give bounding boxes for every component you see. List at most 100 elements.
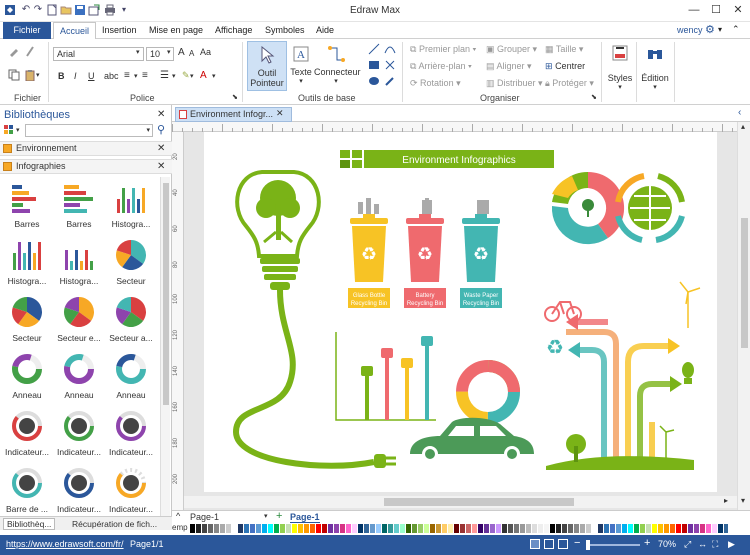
protect-button[interactable]: 🔒︎ Protéger ▾ [545,78,594,89]
paste-icon[interactable] [24,69,36,82]
color-swatch[interactable] [466,524,471,533]
zoom-out-icon[interactable]: − [574,537,580,549]
fit-width-icon[interactable]: ↔ [698,539,707,549]
bold-button[interactable]: B [58,71,65,81]
text-tool-button[interactable]: A Texte ▾ [288,41,314,91]
section-info-close-icon[interactable]: ✕ [157,160,165,173]
line-tool-icon[interactable] [368,43,380,55]
edition-button[interactable]: Édition ▾ [638,41,672,93]
color-swatch[interactable] [700,524,705,533]
crop-tool-icon[interactable] [384,59,396,71]
color-swatch[interactable] [292,524,297,533]
view-page-icon[interactable] [544,539,554,549]
view-full-icon[interactable] [558,539,568,549]
color-swatch[interactable] [568,524,573,533]
zoom-level[interactable]: 70% [658,539,676,549]
color-swatch[interactable] [634,524,639,533]
color-swatch[interactable] [304,524,309,533]
library-shape[interactable]: Histogra... [105,177,157,233]
drawing-canvas[interactable]: Environment Infographics ♻ Glass Bottle … [184,132,737,510]
library-shape[interactable]: Histogra... [53,234,105,290]
library-scrollbar[interactable] [160,177,170,517]
color-swatch[interactable] [430,524,435,533]
font-color-dropdown-icon[interactable]: ▾ [212,72,216,80]
color-swatch[interactable] [658,524,663,533]
color-swatch[interactable] [358,524,363,533]
copy-icon[interactable] [8,69,20,81]
color-swatch[interactable] [436,524,441,533]
color-swatch[interactable] [424,524,429,533]
page-dropdown-icon[interactable]: ▾ [264,512,268,520]
color-swatch[interactable] [364,524,369,533]
library-scroll-thumb[interactable] [163,183,169,405]
color-swatch[interactable] [346,524,351,533]
color-swatch[interactable] [334,524,339,533]
color-swatch[interactable] [418,524,423,533]
highlight-icon[interactable]: ✎ [182,70,190,81]
color-swatch[interactable] [574,524,579,533]
library-shape[interactable]: Secteur [1,291,53,347]
color-swatch[interactable] [712,524,717,533]
pointer-tool-button[interactable]: Outil Pointeur [247,41,287,91]
zoom-slider[interactable] [586,540,640,550]
color-swatch[interactable] [676,524,681,533]
color-swatch[interactable] [190,524,195,533]
color-swatch[interactable] [262,524,267,533]
color-swatch[interactable] [460,524,465,533]
tab-aide[interactable]: Aide [316,25,334,35]
menu-file[interactable]: Fichier [3,22,51,39]
library-section-environment[interactable]: Environnement ✕ [0,141,172,156]
color-swatch[interactable] [514,524,519,533]
color-swatch[interactable] [478,524,483,533]
color-swatch[interactable] [250,524,255,533]
minimize-icon[interactable]: — [686,3,702,17]
library-shape[interactable]: Anneau [105,348,157,404]
color-swatch[interactable] [544,524,549,533]
color-swatch[interactable] [388,524,393,533]
library-shape[interactable]: Indicateur... [53,405,105,461]
settings-dropdown-icon[interactable]: ▾ [718,25,722,34]
underline-button[interactable]: U [88,71,95,81]
color-swatch[interactable] [442,524,447,533]
drawing-page[interactable]: Environment Infographics ♻ Glass Bottle … [204,132,717,492]
color-swatch[interactable] [616,524,621,533]
search-icon[interactable]: ⚲ [157,123,165,136]
color-swatch[interactable] [328,524,333,533]
color-swatch[interactable] [412,524,417,533]
zoom-in-icon[interactable]: + [644,537,650,549]
highlight-dropdown-icon[interactable]: ▾ [190,72,194,80]
zoom-slider-thumb[interactable] [586,540,590,550]
color-swatch[interactable] [268,524,273,533]
color-swatch[interactable] [310,524,315,533]
color-swatch[interactable] [316,524,321,533]
color-swatch[interactable] [298,524,303,533]
ribbon-collapse-icon[interactable]: ⌃ [732,24,740,35]
color-swatch[interactable] [220,524,225,533]
color-swatch[interactable] [670,524,675,533]
tab-bibliotheques[interactable]: Bibliothèq... [3,518,56,530]
scroll-up-icon[interactable]: ▴ [741,122,745,131]
police-launcher-icon[interactable]: ⬊ [232,93,238,101]
tab-accueil[interactable]: Accueil [53,22,96,40]
library-shape[interactable]: Barres [53,177,105,233]
strikethrough-button[interactable]: abc [104,71,119,81]
color-swatch[interactable] [652,524,657,533]
color-swatch[interactable] [682,524,687,533]
page-tab-dropdown[interactable]: Page-1 [190,512,219,522]
brush-icon[interactable] [24,45,36,57]
color-swatch[interactable] [448,524,453,533]
color-swatch[interactable] [520,524,525,533]
center-button[interactable]: ⊞ Centrer [545,61,585,72]
color-swatch[interactable] [640,524,645,533]
color-swatch[interactable] [694,524,699,533]
section-env-close-icon[interactable]: ✕ [157,142,165,155]
color-swatch[interactable] [376,524,381,533]
tab-recuperation[interactable]: Récupération de fich... [72,519,157,529]
website-link[interactable]: https://www.edrawsoft.com/fr/ [6,539,124,549]
color-swatch[interactable] [406,524,411,533]
color-swatch[interactable] [622,524,627,533]
library-shape[interactable]: Secteur e... [53,291,105,347]
color-swatch[interactable] [550,524,555,533]
color-swatches[interactable] [190,524,728,533]
color-swatch[interactable] [724,524,728,533]
